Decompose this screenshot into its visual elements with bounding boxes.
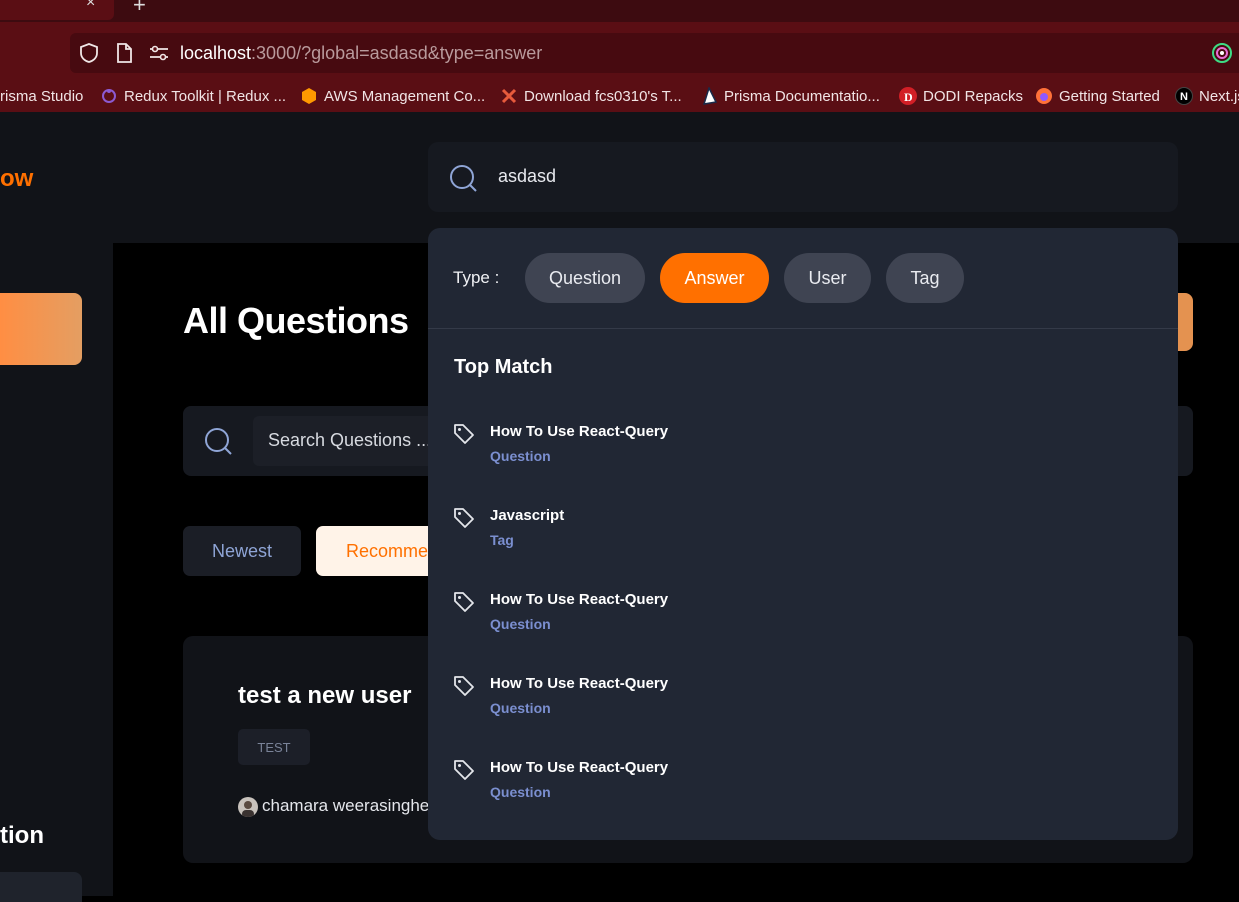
extension-icon[interactable]: [1211, 42, 1233, 64]
type-filter-answer[interactable]: Answer: [660, 253, 769, 303]
bookmark-dodi[interactable]: D DODI Repacks: [899, 83, 1023, 109]
bookmarks-list: risma Studio Redux Toolkit | Redux ... A…: [0, 83, 1239, 109]
nextjs-icon: N: [1175, 87, 1193, 105]
question-title[interactable]: test a new user: [238, 682, 411, 710]
svg-text:N: N: [1180, 91, 1188, 103]
search-icon: [450, 165, 477, 192]
filter-newest[interactable]: Newest: [183, 526, 301, 576]
question-tag[interactable]: TEST: [238, 729, 310, 765]
tab-close-icon[interactable]: ×: [86, 0, 95, 12]
result-title: How To Use React-Query: [490, 591, 669, 608]
logo-text[interactable]: ow: [0, 165, 33, 193]
avatar-image: [242, 801, 254, 817]
shield-icon[interactable]: [78, 42, 100, 64]
bookmark-label: Next.js: [1199, 87, 1239, 105]
result-title: How To Use React-Query: [490, 675, 669, 692]
tag-icon: [454, 508, 474, 528]
result-title: Javascript: [490, 507, 565, 524]
bookmark-label: AWS Management Co...: [324, 87, 486, 105]
bookmark-aws[interactable]: AWS Management Co...: [300, 83, 485, 109]
result-item[interactable]: How To Use React-Query Question: [452, 590, 952, 640]
search-icon: [205, 428, 232, 455]
permissions-icon[interactable]: [148, 44, 170, 62]
result-type: Question: [490, 448, 551, 464]
top-match-heading: Top Match: [454, 356, 553, 378]
url-host: localhost: [180, 43, 252, 63]
local-search-placeholder: Search Questions ...: [268, 430, 432, 450]
browser-tab-bar: [0, 0, 1239, 22]
new-tab-icon[interactable]: +: [133, 0, 146, 18]
type-filter-user[interactable]: User: [784, 253, 871, 303]
type-filter-question[interactable]: Question: [525, 253, 645, 303]
redux-icon: [102, 89, 116, 103]
result-title: How To Use React-Query: [490, 759, 669, 776]
tag-icon: [454, 760, 474, 780]
bookmark-label: risma Studio: [0, 87, 84, 105]
result-item[interactable]: How To Use React-Query Question: [452, 674, 952, 724]
dodi-icon: D: [899, 87, 917, 105]
bookmark-label: Getting Started: [1059, 87, 1160, 105]
result-type: Tag: [490, 532, 514, 548]
global-search-input[interactable]: asdasd: [498, 166, 556, 187]
aws-icon: [302, 88, 316, 104]
result-item[interactable]: How To Use React-Query Question: [452, 758, 952, 808]
sidebar-button[interactable]: [0, 872, 82, 902]
bookmark-label: Prisma Documentatio...: [724, 87, 880, 105]
bookmark-label: DODI Repacks: [923, 87, 1024, 105]
type-filter-label: Type :: [453, 268, 500, 287]
question-author[interactable]: chamara weerasinghe: [262, 796, 429, 816]
result-type: Question: [490, 616, 551, 632]
type-filter-tag[interactable]: Tag: [886, 253, 964, 303]
bookmark-download[interactable]: Download fcs0310's T...: [500, 83, 682, 109]
result-title: How To Use React-Query: [490, 423, 669, 440]
result-type: Question: [490, 784, 551, 800]
tag-icon: [454, 592, 474, 612]
bookmark-prisma-studio[interactable]: risma Studio: [0, 83, 83, 109]
prisma-triangle-icon: [702, 87, 718, 105]
avatar[interactable]: [238, 797, 258, 817]
bookmark-prisma-docs[interactable]: Prisma Documentatio...: [700, 83, 880, 109]
url-path: :3000/?global=asdasd&type=answer: [251, 43, 543, 63]
firefox-icon: [1036, 88, 1052, 104]
x-icon: [501, 88, 517, 104]
bookmark-label: Download fcs0310's T...: [524, 87, 682, 105]
sidebar-heading: tion: [0, 822, 44, 849]
page-icon[interactable]: [114, 42, 134, 64]
result-type: Question: [490, 700, 551, 716]
bookmark-redux[interactable]: Redux Toolkit | Redux ...: [100, 83, 286, 109]
tag-icon: [454, 676, 474, 696]
sidebar-item-home[interactable]: [0, 293, 82, 365]
bookmark-getting-started[interactable]: Getting Started: [1035, 83, 1160, 109]
svg-text:D: D: [904, 90, 913, 104]
result-item[interactable]: How To Use React-Query Question: [452, 422, 952, 472]
page-title: All Questions: [183, 300, 409, 341]
result-item[interactable]: Javascript Tag: [452, 506, 952, 556]
tag-icon: [454, 424, 474, 444]
url-text[interactable]: localhost:3000/?global=asdasd&type=answe…: [180, 43, 542, 64]
bookmark-nextjs[interactable]: N Next.js: [1175, 83, 1239, 109]
browser-tab[interactable]: [0, 0, 114, 20]
divider: [428, 328, 1178, 329]
bookmark-label: Redux Toolkit | Redux ...: [124, 87, 287, 105]
